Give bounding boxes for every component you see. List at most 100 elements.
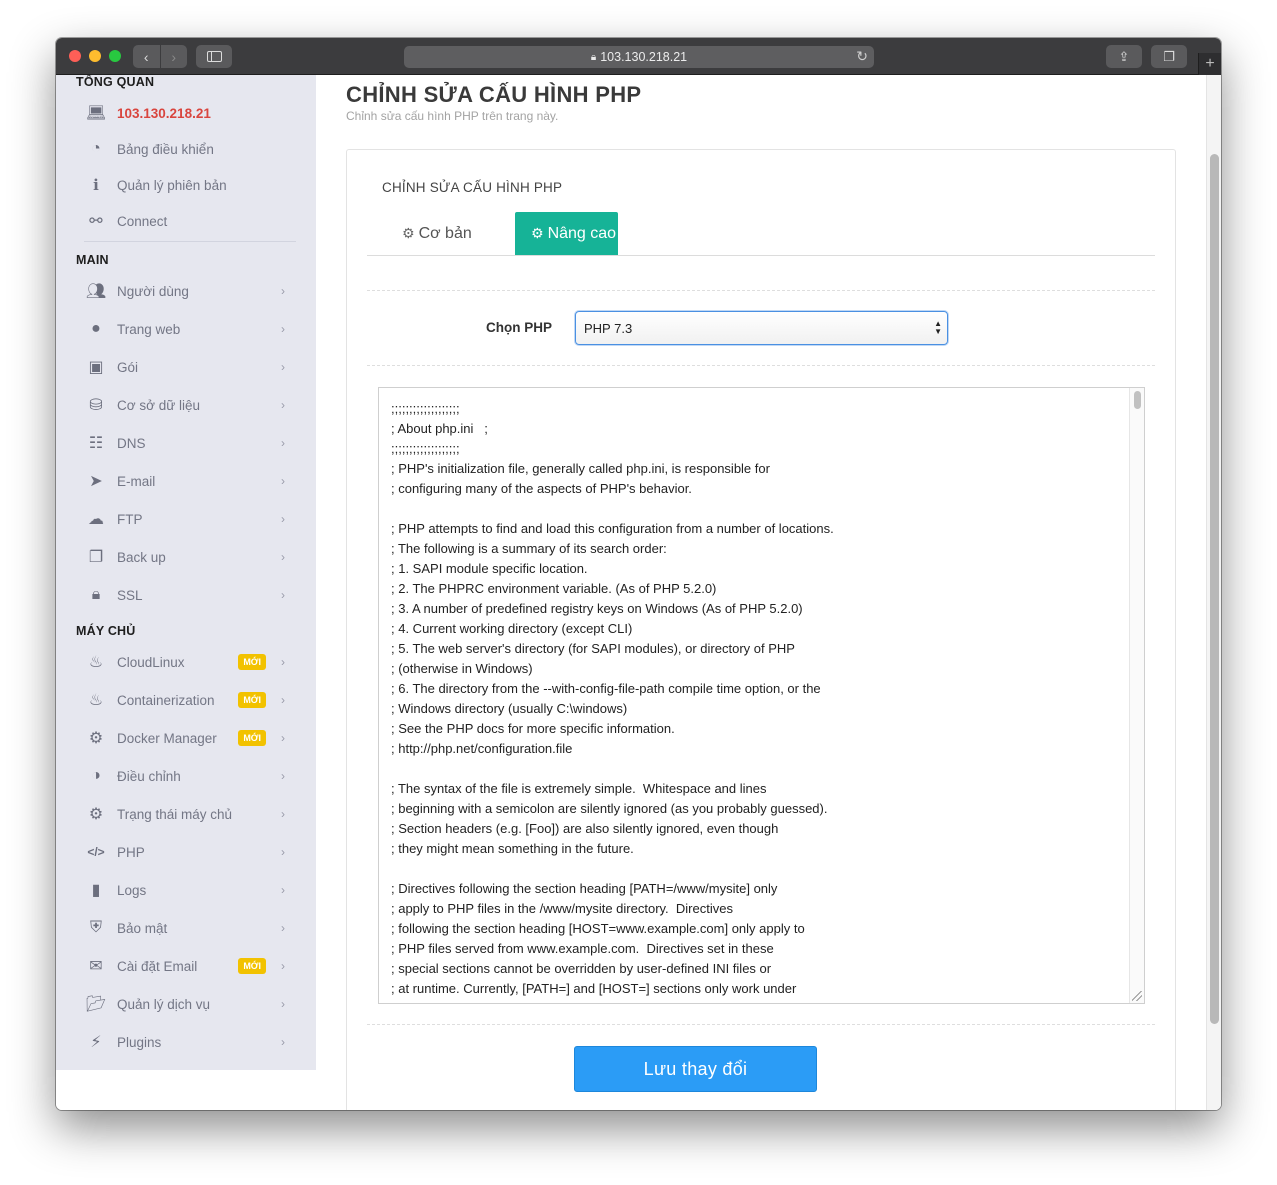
history-navigation: ‹ › (133, 45, 187, 68)
sidebar-item-label: Điều chỉnh (117, 768, 181, 784)
sidebar-item[interactable]: i Quản lý phiên bản (84, 171, 289, 199)
zoom-window-button[interactable] (109, 50, 121, 62)
resize-grip-icon[interactable] (1132, 991, 1142, 1001)
sidebar-section-server: MÁY CHỦ (76, 624, 136, 638)
php-config-panel: CHỈNH SỬA CẤU HÌNH PHP ⚙︎ Cơ bản ⚙︎ Nâng… (346, 149, 1176, 1110)
contrast-icon: ◑ (91, 767, 101, 784)
editor-scrollbar[interactable] (1129, 388, 1144, 1003)
folder-open-icon: 📂︎ (85, 996, 107, 1013)
sidebar-item[interactable]: ♨ Containerization MỚI › (84, 686, 289, 714)
sidebar-item-label: Back up (117, 549, 166, 565)
cloud-upload-icon: ☁ (88, 511, 104, 528)
sidebar-item[interactable]: ◑ Điều chỉnh › (84, 762, 289, 790)
sidebar-item[interactable]: ▮ Logs › (84, 876, 289, 904)
page-subtitle: Chỉnh sửa cấu hình PHP trên trang này. (346, 109, 559, 123)
sidebar-item[interactable]: 📂︎ Quản lý dịch vụ › (84, 990, 289, 1018)
editor-line: ; they might mean something in the futur… (391, 841, 634, 856)
chevron-right-icon: › (281, 474, 285, 488)
sidebar-item[interactable]: ⚯ Connect (84, 207, 289, 235)
chevron-right-icon: › (281, 997, 285, 1011)
forward-icon[interactable]: › (159, 45, 188, 68)
flame-icon: ♨ (88, 692, 104, 709)
sidebar-item-label: Gói (117, 359, 139, 375)
sidebar-item[interactable]: ☷ DNS › (84, 429, 289, 457)
new-badge: MỚI (238, 692, 266, 708)
sidebar-item[interactable]: 💻︎ 103.130.218.21 (84, 99, 289, 127)
editor-line: ; See the PHP docs for more specific inf… (391, 721, 675, 736)
editor-line: ;;;;;;;;;;;;;;;;;;; (391, 401, 460, 416)
sidebar-item[interactable]: ⚙︎ Docker Manager MỚI › (84, 724, 289, 752)
sitemap-icon: ☷ (88, 435, 104, 452)
sidebar-item-label: Cài đặt Email (117, 958, 198, 974)
sidebar-item-label: Trang web (117, 321, 181, 337)
gears-icon: ⚙︎ (531, 225, 544, 241)
sidebar-item-label: 103.130.218.21 (117, 105, 211, 121)
editor-line: ; Directives following the section headi… (391, 881, 778, 896)
users-icon: 👥︎ (85, 283, 107, 300)
gear-icon: ⚙︎ (402, 225, 415, 241)
gears-icon: ⚙︎ (88, 730, 104, 747)
tab-basic[interactable]: ⚙︎ Cơ bản (402, 212, 472, 255)
sidebar: TỔNG QUAN 💻︎ 103.130.218.21 ◔ Bảng điều khi… (56, 75, 316, 1070)
share-icon[interactable]: ⇪ (1106, 45, 1142, 68)
panel-title: CHỈNH SỬA CẤU HÌNH PHP (382, 180, 563, 195)
editor-line: ; The following is a summary of its sear… (391, 541, 667, 556)
code-icon: </> (87, 845, 105, 859)
editor-scroll-thumb[interactable] (1134, 391, 1141, 409)
sidebar-item[interactable]: ♨ CloudLinux MỚI › (84, 648, 289, 676)
chevron-right-icon: › (281, 360, 285, 374)
save-changes-button[interactable]: Lưu thay đổi (574, 1046, 817, 1092)
php-ini-editor[interactable]: ;;;;;;;;;;;;;;;;;;; ; About php.ini ;;;;;… (378, 387, 1145, 1004)
sidebar-item-label: Người dùng (117, 283, 189, 299)
editor-line: ; 1. SAPI module specific location. (391, 561, 588, 576)
tab-advanced-label: Nâng cao (547, 224, 617, 242)
php-version-select[interactable]: PHP 7.3 ▲ ▼ (575, 311, 948, 345)
plug-icon: ⚡ (90, 1034, 102, 1051)
new-badge: MỚI (238, 958, 266, 974)
page-scroll-thumb[interactable] (1210, 154, 1219, 1024)
sidebar-item[interactable]: 🔒︎ SSL › (84, 581, 289, 609)
editor-line: ; beginning with a semicolon are silentl… (391, 801, 828, 816)
sidebar-item[interactable]: ➤ E-mail › (84, 467, 289, 495)
close-window-button[interactable] (69, 50, 81, 62)
chevron-right-icon: › (281, 436, 285, 450)
link-icon: ⚯ (89, 213, 103, 230)
tab-overview-icon[interactable]: ❐ (1151, 45, 1187, 68)
reload-icon[interactable]: ↻ (856, 48, 868, 65)
sidebar-item[interactable]: ⚡ Plugins › (84, 1028, 289, 1056)
sidebar-item[interactable]: ⛨ Bảo mật › (84, 914, 289, 942)
sidebar-item-label: Plugins (117, 1034, 162, 1050)
address-bar[interactable]: 🔒︎ 103.130.218.21 ↻ (404, 46, 874, 68)
sidebar-item[interactable]: ☁ FTP › (84, 505, 289, 533)
sidebar-item[interactable]: 👥︎ Người dùng › (84, 277, 289, 305)
chevron-right-icon: › (281, 921, 285, 935)
dashboard-icon: ◔ (91, 140, 101, 157)
chevron-right-icon: › (281, 550, 285, 564)
sidebar-item[interactable]: </> PHP › (84, 838, 289, 866)
php-ini-content[interactable]: ;;;;;;;;;;;;;;;;;;; ; About php.ini ;;;;;… (391, 399, 1126, 1003)
sidebar-item[interactable]: ✉ Cài đặt Email MỚI › (84, 952, 289, 980)
sidebar-item[interactable]: ⛁ Cơ sở dữ liệu › (84, 391, 289, 419)
sidebar-toggle-icon[interactable] (196, 45, 232, 68)
sidebar-item[interactable]: ▣ Gói › (84, 353, 289, 381)
tab-advanced[interactable]: ⚙︎ Nâng cao (515, 212, 618, 255)
page-scrollbar[interactable] (1206, 75, 1221, 1110)
shield-icon: ⛨ (89, 919, 102, 936)
sidebar-section-main: MAIN (76, 253, 109, 267)
sidebar-item-label: Quản lý dịch vụ (117, 996, 211, 1012)
editor-line: ; 3. A number of predefined registry key… (391, 601, 803, 616)
sidebar-section-overview: TỔNG QUAN (76, 75, 155, 89)
chevron-right-icon: › (281, 845, 285, 859)
back-icon[interactable]: ‹ (133, 45, 160, 68)
editor-line: ; About php.ini ; (391, 421, 488, 436)
editor-line: ; 6. The directory from the --with-confi… (391, 681, 821, 696)
new-tab-icon[interactable]: + (1198, 53, 1221, 75)
sidebar-item[interactable]: ● Trang web › (84, 315, 289, 343)
sidebar-item[interactable]: ◔ Bảng điều khiển (84, 135, 289, 163)
sidebar-item[interactable]: ⚙︎ Trạng thái máy chủ › (84, 800, 289, 828)
minimize-window-button[interactable] (89, 50, 101, 62)
editor-line: ; configuring many of the aspects of PHP… (391, 481, 692, 496)
sidebar-item-label: Quản lý phiên bản (117, 177, 227, 193)
sidebar-item[interactable]: ❐ Back up › (84, 543, 289, 571)
